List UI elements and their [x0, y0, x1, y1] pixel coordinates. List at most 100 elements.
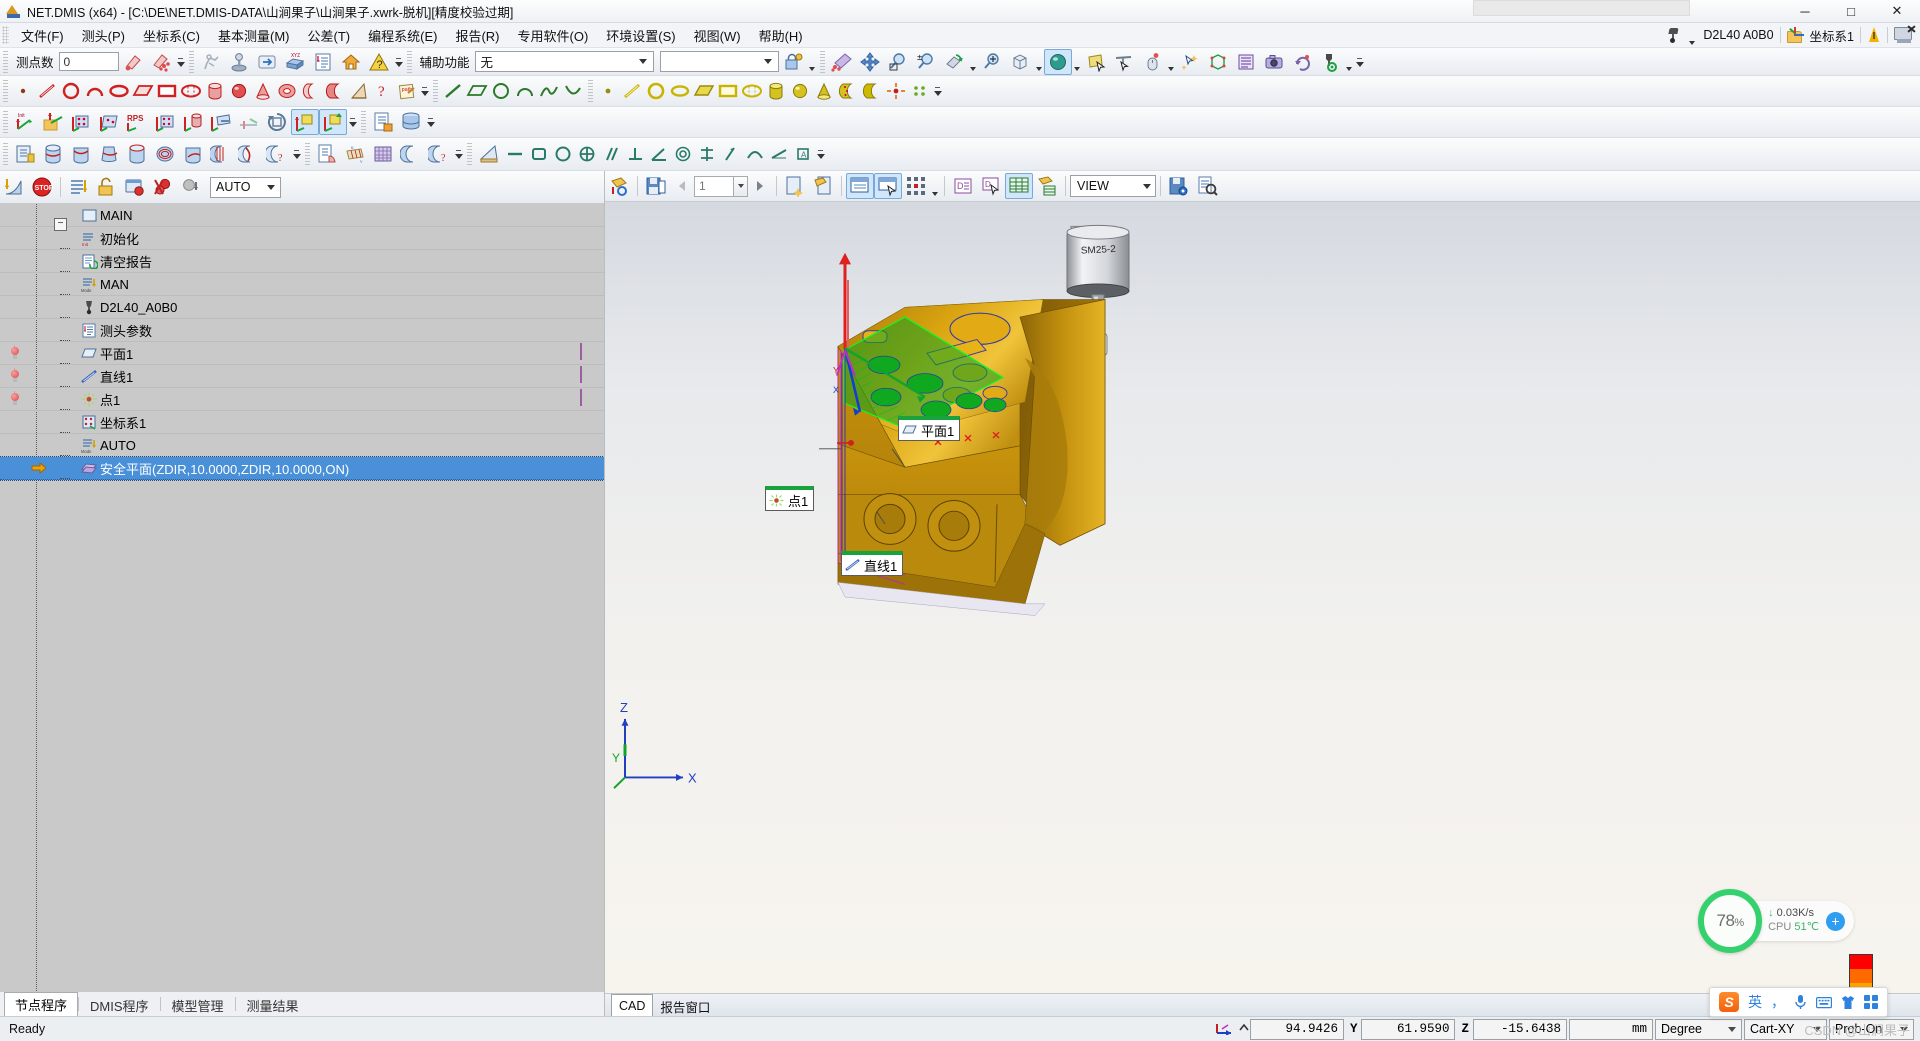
- stop-icon[interactable]: STOP: [28, 174, 56, 200]
- rotate-view-caret[interactable]: [968, 47, 978, 76]
- toolbar-grip[interactable]: [305, 143, 310, 165]
- save-report-icon[interactable]: [642, 173, 670, 199]
- toolbar-grip[interactable]: [406, 50, 412, 73]
- point-label[interactable]: 点1: [765, 486, 815, 511]
- measure-line-icon[interactable]: [35, 78, 59, 104]
- measure-cone-icon[interactable]: [251, 78, 275, 104]
- auto-sphere-icon[interactable]: [123, 141, 151, 167]
- cad-rectangle-icon[interactable]: [716, 78, 740, 104]
- dim-concentricity-icon[interactable]: [671, 141, 695, 167]
- secondary-combo[interactable]: [659, 51, 779, 72]
- unlock-icon[interactable]: [93, 174, 121, 200]
- visibility-bulb-icon[interactable]: [9, 390, 21, 407]
- cad-cylinder-icon[interactable]: [764, 78, 788, 104]
- run-program-icon[interactable]: [197, 49, 225, 75]
- ime-toolbar[interactable]: S 英 ，: [1709, 987, 1888, 1017]
- shaded-render-caret[interactable]: [1072, 47, 1082, 76]
- measure-help-icon[interactable]: ?: [371, 78, 395, 104]
- next-page-icon[interactable]: [748, 173, 772, 199]
- clear-breakpoints-icon[interactable]: [149, 174, 177, 200]
- menu-probe[interactable]: 测头(P): [73, 23, 134, 48]
- offline-mode-icon[interactable]: [1894, 24, 1916, 44]
- construct-spline-icon[interactable]: [561, 78, 585, 104]
- copy-report-page-icon[interactable]: [809, 173, 837, 199]
- run-icon[interactable]: [0, 174, 28, 200]
- tree-row[interactable]: Mode MAN: [0, 273, 604, 296]
- auto-point-icon[interactable]: [11, 141, 39, 167]
- toolbar-overflow-button[interactable]: [933, 80, 942, 102]
- tree-row[interactable]: Init 初始化: [0, 227, 604, 250]
- construct-curve-icon[interactable]: [537, 78, 561, 104]
- toolbar-grip[interactable]: [3, 80, 8, 102]
- program-tree[interactable]: − MAIN Init 初始化 清空报告 Mode MAN D2L40_A0B0 测头参数 平面1…: [0, 204, 604, 991]
- point-count-input[interactable]: 0: [58, 52, 119, 71]
- tab-report-window[interactable]: 报告窗口: [653, 997, 717, 1016]
- shaded-render-icon[interactable]: [1043, 48, 1072, 75]
- tree-row[interactable]: 坐标系1: [0, 411, 604, 434]
- cad-slot-icon[interactable]: [740, 78, 764, 104]
- auto-scan-line-icon[interactable]: [207, 141, 235, 167]
- box-view-caret[interactable]: [1034, 47, 1044, 76]
- wireframe-box-icon[interactable]: [1204, 49, 1232, 75]
- tree-row[interactable]: 点1: [0, 388, 604, 411]
- menu-view[interactable]: 视图(W): [685, 23, 750, 48]
- report-table-select-icon[interactable]: [874, 173, 902, 199]
- visibility-bulb-icon[interactable]: [9, 367, 21, 384]
- lock-settings-caret[interactable]: [807, 47, 817, 76]
- ime-punctuation-icon[interactable]: ，: [1771, 992, 1785, 1012]
- measure-arc-icon[interactable]: [83, 78, 107, 104]
- cad-point-icon[interactable]: [596, 78, 620, 104]
- toolbar-overflow-button[interactable]: [348, 111, 357, 133]
- csys-save-icon[interactable]: [291, 109, 319, 135]
- warning-icon[interactable]: [1867, 27, 1881, 43]
- dim-runout-icon[interactable]: [719, 141, 743, 167]
- row-grid-button[interactable]: [580, 366, 582, 383]
- erase-point-icon[interactable]: [119, 49, 147, 75]
- preview-report-icon[interactable]: [1193, 173, 1221, 199]
- expand-coordinates-icon[interactable]: [1238, 1022, 1250, 1037]
- save-view-icon[interactable]: [1165, 173, 1193, 199]
- screenshot-icon[interactable]: [1260, 49, 1288, 75]
- probe-dropdown-caret[interactable]: [1687, 21, 1697, 50]
- dimension-select-icon[interactable]: D: [977, 173, 1005, 199]
- csys-load-icon[interactable]: [39, 109, 67, 135]
- dim-datum-icon[interactable]: A: [791, 141, 815, 167]
- construct-arc-icon[interactable]: [513, 78, 537, 104]
- cad-plane-icon[interactable]: [692, 78, 716, 104]
- previous-page-icon[interactable]: [670, 173, 694, 199]
- surface-patch-icon[interactable]: [397, 141, 425, 167]
- joystick-icon[interactable]: [225, 49, 253, 75]
- csys-init-icon[interactable]: Init: [11, 109, 39, 135]
- network-monitor-widget[interactable]: 78% ↓ 0.03K/s CPU 51℃ +: [1698, 889, 1854, 953]
- menu-basic-measure[interactable]: 基本测量(M): [209, 23, 299, 48]
- cad-cone-icon[interactable]: [812, 78, 836, 104]
- minimize-button[interactable]: ─: [1782, 0, 1828, 22]
- zoom-fit-icon[interactable]: [978, 49, 1006, 75]
- sogou-logo-icon[interactable]: S: [1719, 992, 1739, 1012]
- dim-distance-icon[interactable]: [503, 141, 527, 167]
- toolbar-grip[interactable]: [3, 50, 8, 73]
- expand-monitor-button[interactable]: +: [1826, 911, 1845, 931]
- angle-unit-combo[interactable]: Degree: [1655, 1018, 1742, 1040]
- dim-perpendicular-icon[interactable]: [623, 141, 647, 167]
- dim-angularity-icon[interactable]: [647, 141, 671, 167]
- dim-parallel-icon[interactable]: [599, 141, 623, 167]
- select-face-icon[interactable]: [1082, 49, 1110, 75]
- cad-freeform-icon[interactable]: [860, 78, 884, 104]
- toolbar-grip[interactable]: [3, 111, 8, 133]
- toolbar-grip[interactable]: [467, 143, 472, 165]
- dim-position-icon[interactable]: [575, 141, 599, 167]
- dimension-list-icon[interactable]: D: [949, 173, 977, 199]
- toolbar-grip[interactable]: [361, 111, 366, 133]
- cad-sphere-icon[interactable]: [788, 78, 812, 104]
- toolbar-grip[interactable]: [433, 80, 438, 102]
- rotate-view-icon[interactable]: [940, 49, 968, 75]
- measure-slot-icon[interactable]: [179, 78, 203, 104]
- add-breakpoint-icon[interactable]: [121, 174, 149, 200]
- line-label[interactable]: 直线1: [841, 551, 904, 576]
- new-report-page-icon[interactable]: [781, 173, 809, 199]
- menu-help[interactable]: 帮助(H): [750, 23, 812, 48]
- surface-uv-grid-icon[interactable]: uv: [341, 141, 369, 167]
- tree-row[interactable]: 平面1: [0, 342, 604, 365]
- toolbar-overflow-button[interactable]: [816, 143, 825, 165]
